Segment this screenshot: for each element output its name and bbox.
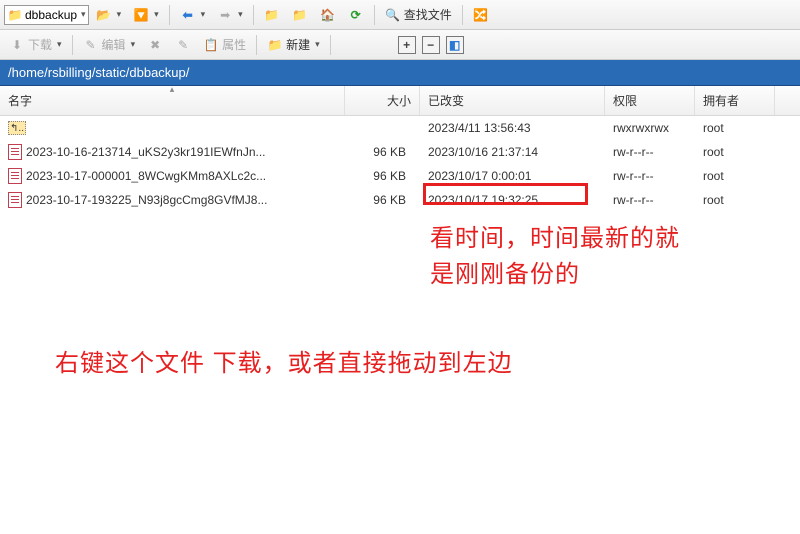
view-button[interactable]: ◧ [446,36,464,54]
edit-label: 编辑 [102,36,126,53]
collapse-button[interactable]: − [422,36,440,54]
edit-icon: ✎ [83,37,99,53]
new-folder-icon: 📁 [267,37,283,53]
back-button[interactable]: ⬅▾ [175,4,211,26]
folder-star-icon: 📁 [292,7,308,23]
download-button[interactable]: ⬇ 下载 ▾ [4,33,67,56]
col-perm[interactable]: 权限 [605,86,695,115]
delete-icon: ✖ [147,37,163,53]
tab-selector[interactable]: 📁 dbbackup ▾ [4,5,89,25]
file-row[interactable]: 2023-10-17-000001_8WCwgKMm8AXLc2c... 96 … [0,164,800,188]
home-icon: 🏠 [320,7,336,23]
col-size[interactable]: 大小 [345,86,420,115]
dropdown-icon: ▾ [81,9,86,20]
folder-up-icon: 📁 [264,7,280,23]
tab-label: dbbackup [25,8,77,22]
separator [256,35,257,55]
filter-button[interactable]: 🔽▾ [128,4,164,26]
col-owner[interactable]: 拥有者 [695,86,775,115]
home-button[interactable]: 🏠 [315,4,341,26]
separator [374,5,375,25]
file-row[interactable]: 2023-10-17-193225_N93j8gcCmg8GVfMJ8... 9… [0,188,800,212]
arrow-right-icon: ➡ [217,7,233,23]
refresh-button[interactable]: ⟳ [343,4,369,26]
file-list: 名字 大小 已改变 权限 拥有者 ↰.. 2023/4/11 13:56:43 … [0,86,800,532]
folder-icon: 📁 [7,7,23,23]
separator [72,35,73,55]
toolbar-2: ⬇ 下载 ▾ ✎ 编辑 ▾ ✖ ✎ 📋 属性 📁 新建 ▾ + − ◧ [0,30,800,60]
col-name[interactable]: 名字 [0,86,345,115]
file-icon [8,192,22,208]
col-changed[interactable]: 已改变 [420,86,605,115]
list-header: 名字 大小 已改变 权限 拥有者 [0,86,800,116]
up-button[interactable]: 📁 [259,4,285,26]
sync-button[interactable]: 🔀 [468,4,494,26]
properties-button[interactable]: 📋 属性 [198,33,251,56]
toolbar-1: 📁 dbbackup ▾ 📂▾ 🔽▾ ⬅▾ ➡▾ 📁 📁 🏠 ⟳ 🔍 查找文件 … [0,0,800,30]
search-icon: 🔍 [385,7,401,23]
annotation-1: 看时间，时间最新的就 是刚刚备份的 [430,221,680,293]
annotation-2: 右键这个文件 下载，或者直接拖动到左边 [55,346,513,382]
arrow-left-icon: ⬅ [180,7,196,23]
refresh-icon: ⟳ [348,7,364,23]
properties-icon: 📋 [203,37,219,53]
separator [253,5,254,25]
updir-icon: ↰.. [8,121,26,135]
separator [462,5,463,25]
download-label: 下载 [28,36,52,53]
delete-button[interactable]: ✖ [142,34,168,56]
bookmark-button[interactable]: 📁 [287,4,313,26]
forward-button[interactable]: ➡▾ [212,4,248,26]
file-row[interactable]: 2023-10-16-213714_uKS2y3kr191IEWfnJn... … [0,140,800,164]
download-icon: ⬇ [9,37,25,53]
edit-button[interactable]: ✎ 编辑 ▾ [78,33,141,56]
folder-open-icon: 📂 [96,7,112,23]
props-label: 属性 [222,36,246,53]
sync-icon: 🔀 [473,7,489,23]
new-button[interactable]: 📁 新建 ▾ [262,33,325,56]
filter-icon: 🔽 [133,7,149,23]
rename-button[interactable]: ✎ [170,34,196,56]
path-bar[interactable]: /home/rsbilling/static/dbbackup/ [0,60,800,86]
rename-icon: ✎ [175,37,191,53]
file-icon [8,168,22,184]
updir-row[interactable]: ↰.. 2023/4/11 13:56:43 rwxrwxrwx root [0,116,800,140]
file-icon [8,144,22,160]
find-label: 查找文件 [404,6,452,23]
open-folder-button[interactable]: 📂▾ [91,4,127,26]
expand-button[interactable]: + [398,36,416,54]
new-label: 新建 [286,36,310,53]
path-text: /home/rsbilling/static/dbbackup/ [8,65,189,80]
find-files-button[interactable]: 🔍 查找文件 [380,3,457,26]
separator [330,35,331,55]
separator [169,5,170,25]
